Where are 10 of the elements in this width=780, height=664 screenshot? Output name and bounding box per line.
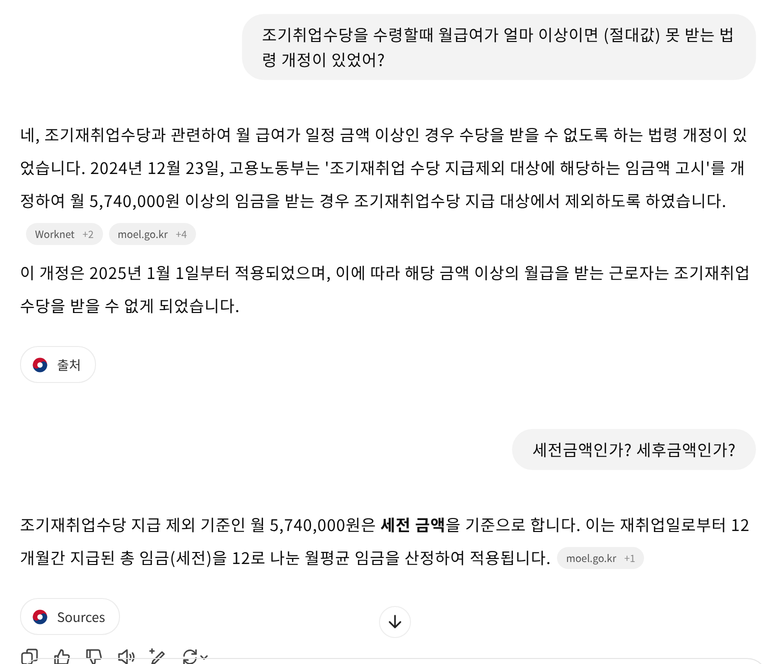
answer-text: 조기재취업수당 지급 제외 기준인 월 5,740,000원은 세전 금액을 기준으로 합니다. 이는 재취업일로부터 12개월간 지급된 총 임금(세전)을 12로 나눈 월평균 임금을 산정하여 적용됩니다. moel.go.kr +1 bbox=[20, 511, 751, 571]
user-message: 조기취업수당을 수령할때 월급여가 얼마 이상이면 (절대값) 못 받는 법령 개정이 있었어? bbox=[242, 14, 756, 80]
answer-text: 네, 조기재취업수당과 관련하여 월 급여가 일정 금액 이상인 경우 수당을 받을 수 없도록 하는 법령 개정이 있었습니다. 2024년 12월 23일, 고용노동부는 '조기재취업 수당 지급제외 대상에 해당하는 임금액 고시'를 개정하여 월 5,740,000원 이상의 임금을 받는 경우 조기재취업수당 지급 대상에서 제외하도록 하였습니다. Worknet +2 moel.go.kr +4 bbox=[20, 118, 756, 250]
citation-chip[interactable]: moel.go.kr +4 bbox=[108, 223, 196, 245]
sources-button[interactable]: Sources bbox=[20, 598, 120, 635]
sources-button[interactable]: 출처 bbox=[20, 346, 96, 383]
citation-chip[interactable]: moel.go.kr +1 bbox=[557, 547, 644, 569]
user-message: 세전금액인가? 세후금액인가? bbox=[512, 429, 756, 470]
answer-text: 이 개정은 2025년 1월 1일부터 적용되었으며, 이에 따라 해당 금액 이상의 월급을 받는 근로자는 조기재취업수당을 받을 수 없게 되었습니다. bbox=[20, 259, 752, 319]
citation-chip[interactable]: Worknet +2 bbox=[26, 223, 103, 245]
